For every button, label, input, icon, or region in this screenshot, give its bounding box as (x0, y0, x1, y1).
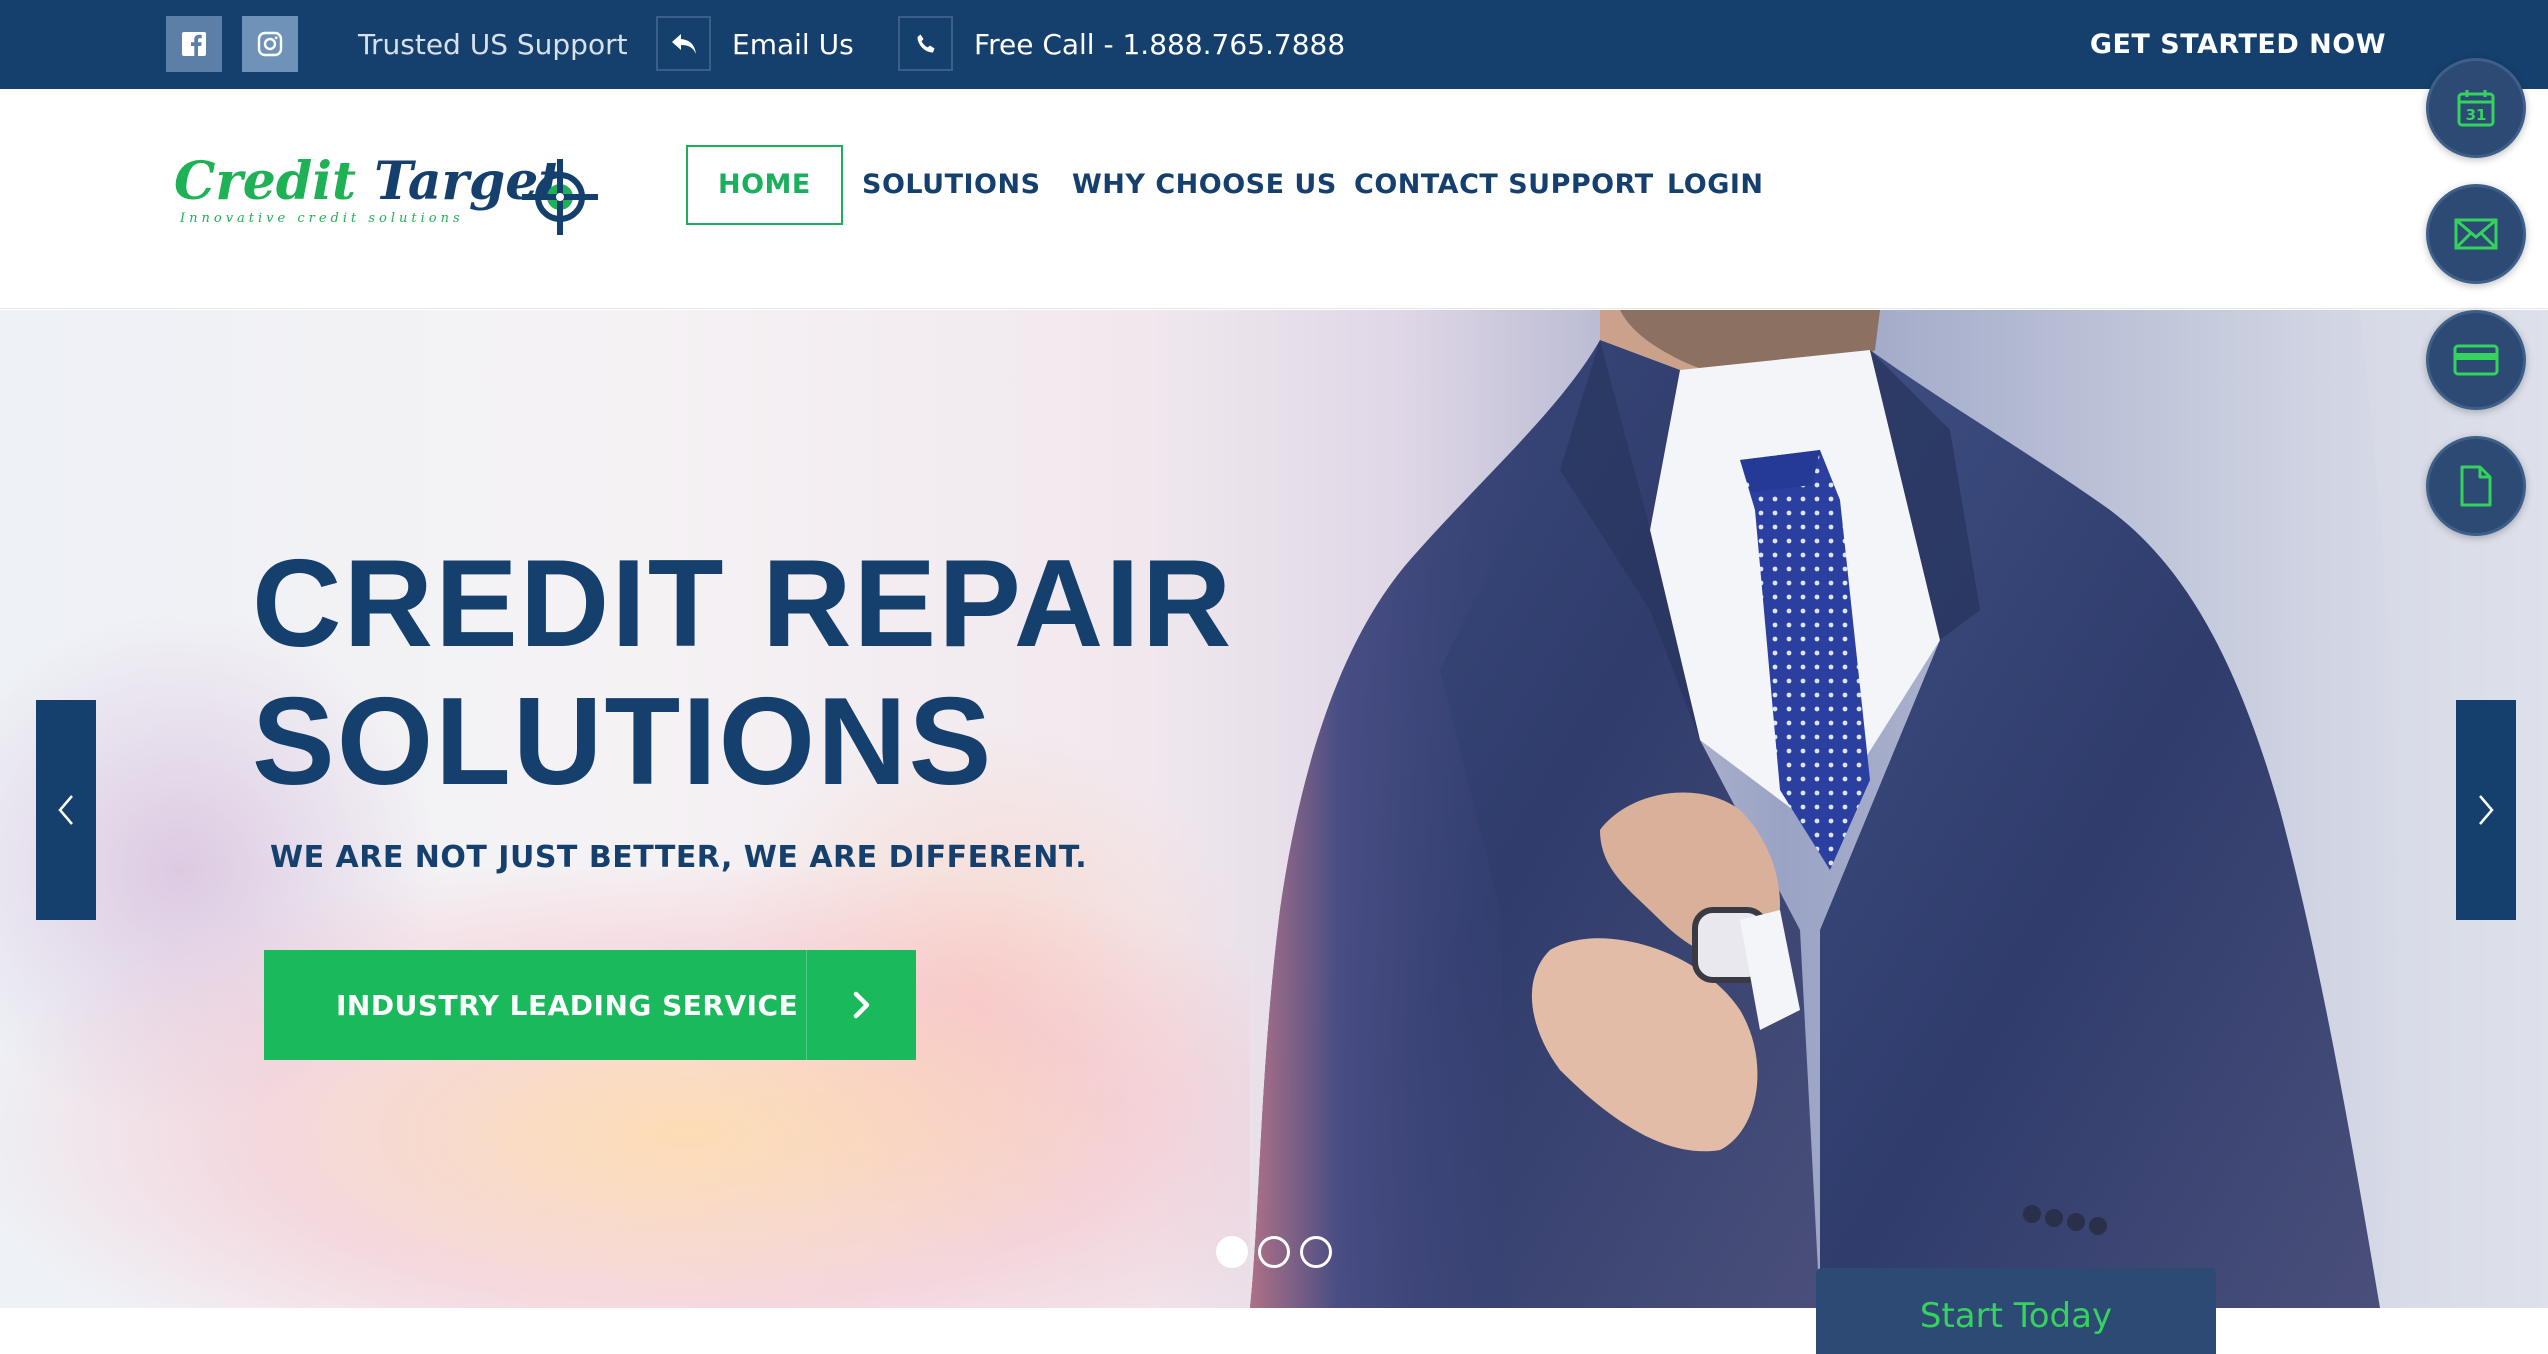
free-call-link[interactable]: Free Call - 1.888.765.7888 (974, 0, 1345, 89)
get-started-link[interactable]: GET STARTED NOW (2090, 0, 2386, 89)
logo-wordmark: Credit Target (174, 151, 562, 212)
credit-card-icon (2453, 344, 2499, 376)
slider-next-button[interactable] (2456, 700, 2516, 920)
slider-dot-3[interactable] (1300, 1236, 1332, 1268)
chevron-right-icon (806, 950, 916, 1060)
nav-solutions[interactable]: SOLUTIONS (862, 145, 1041, 225)
nav-home[interactable]: HOME (686, 145, 843, 225)
phone-icon (898, 16, 953, 71)
hero-slider: CREDIT REPAIR SOLUTIONS WE ARE NOT JUST … (0, 310, 2548, 1308)
chevron-right-icon (2479, 795, 2494, 825)
hero-title-line-1: CREDIT REPAIR (252, 535, 1234, 673)
logo-tagline: Innovative credit solutions (180, 211, 464, 226)
payment-button[interactable] (2426, 310, 2526, 410)
calendar-button[interactable]: 31 (2426, 58, 2526, 158)
businessman-image (1250, 310, 2548, 1308)
top-bar: Trusted US Support Email Us Free Call - … (0, 0, 2548, 89)
start-today-tab[interactable]: Start Today (1816, 1268, 2216, 1354)
industry-leading-service-button[interactable]: INDUSTRY LEADING SERVICE (264, 950, 916, 1060)
instagram-icon[interactable] (242, 16, 298, 72)
slider-dot-2[interactable] (1258, 1236, 1290, 1268)
email-us-link[interactable]: Email Us (732, 0, 854, 89)
hero-title: CREDIT REPAIR SOLUTIONS (252, 535, 1233, 811)
credit-target-logo[interactable]: Credit Target Innovative credit solution… (170, 151, 602, 247)
nav-why-choose-us[interactable]: WHY CHOOSE US (1072, 145, 1337, 225)
calendar-icon: 31 (2457, 90, 2495, 127)
slider-pagination (1216, 1236, 1332, 1268)
facebook-icon[interactable] (166, 16, 222, 72)
hero-subtitle: WE ARE NOT JUST BETTER, WE ARE DIFFERENT… (270, 840, 1088, 875)
mail-icon (2454, 218, 2498, 250)
chevron-left-icon (58, 795, 73, 825)
crosshair-icon (522, 159, 598, 235)
slider-prev-button[interactable] (36, 700, 96, 920)
cta-label: INDUSTRY LEADING SERVICE (336, 988, 799, 1022)
document-button[interactable] (2426, 436, 2526, 536)
reply-icon (656, 16, 711, 71)
nav-login[interactable]: LOGIN (1667, 145, 1764, 225)
document-icon (2460, 465, 2492, 507)
trusted-support-text: Trusted US Support (358, 28, 628, 61)
slider-dot-1[interactable] (1216, 1236, 1248, 1268)
hero-title-line-2: SOLUTIONS (252, 673, 994, 811)
email-button[interactable] (2426, 184, 2526, 284)
nav-contact-support[interactable]: CONTACT SUPPORT (1354, 145, 1654, 225)
hero-bokeh (0, 870, 1250, 1308)
logo-word-credit: Credit (174, 151, 356, 212)
calendar-number: 31 (2466, 106, 2487, 124)
